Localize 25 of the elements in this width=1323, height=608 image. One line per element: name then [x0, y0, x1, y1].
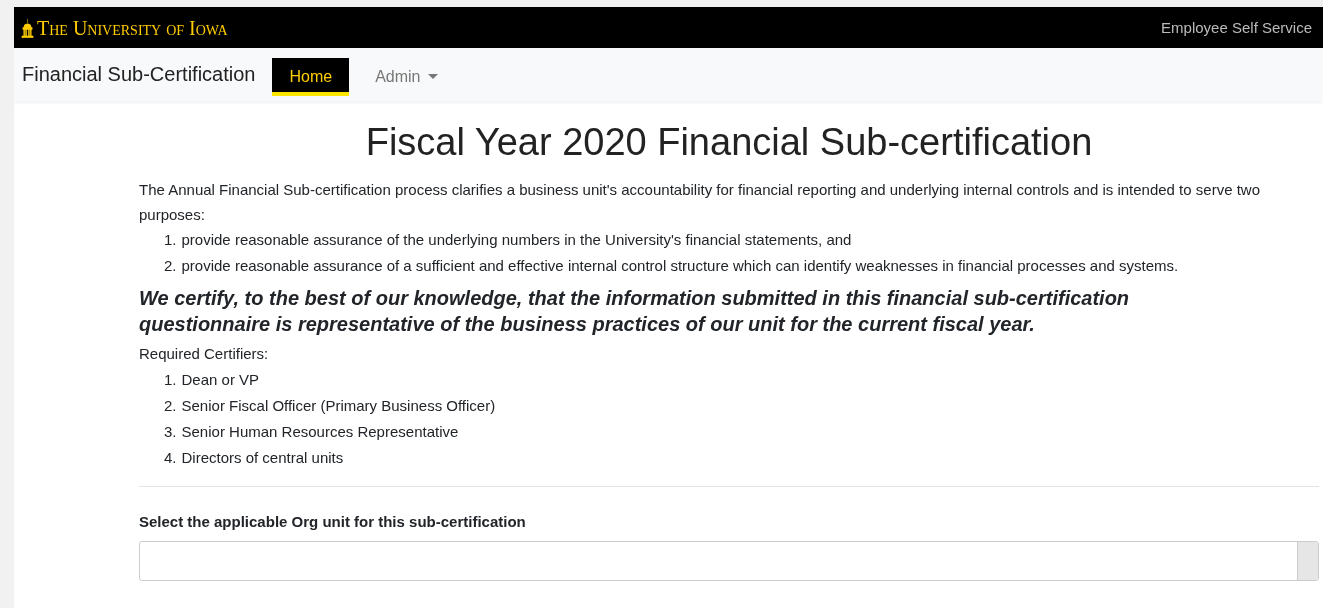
field-label: Select the applicable Org unit for this sub-certification — [139, 513, 527, 530]
employee-self-service-link[interactable]: Employee Self Service — [1161, 19, 1312, 36]
page-title: Fiscal Year 2020 Financial Sub-certification — [364, 120, 1094, 165]
list-number: 1. — [164, 231, 177, 248]
list-item-text: provide reasonable assurance of the underlying numbers in the University's financial statements, and — [181, 231, 852, 248]
list-item-text: Senior Fiscal Officer (Primary Business Officer) — [181, 397, 496, 414]
list-item-text: Directors of central units — [181, 449, 344, 466]
list-item-text: Dean or VP — [181, 371, 260, 388]
university-logo-link[interactable]: The University of Iowa — [37, 17, 228, 38]
dropdown-arrow-button[interactable] — [1297, 542, 1318, 580]
list-number: 2. — [164, 397, 177, 414]
list-number: 3. — [164, 423, 177, 440]
certification-statement: We certify, to the best of our knowledge, that the information submitted in this financial sub-certification questionnaire is representative of the business practices of our unit for the current fiscal year. — [139, 286, 1131, 337]
org-unit-select[interactable] — [139, 541, 1319, 581]
list-item-text: provide reasonable assurance of a sufficient and effective internal control structure which can identify weaknesses in financial processes and systems. — [181, 257, 1179, 274]
capitol-dome-icon — [21, 18, 34, 38]
list-number: 4. — [164, 449, 177, 466]
certifiers-label: Required Certifiers: — [139, 344, 270, 364]
nav-tab[interactable]: Home — [272, 57, 350, 96]
list-number: 1. — [164, 371, 177, 388]
list-number: 2. — [164, 257, 177, 274]
intro-paragraph: The Annual Financial Sub-certification process clarifies a business unit's accountability for financial reporting and underlying internal controls and is intended to serve two purposes: — [139, 180, 1261, 225]
list-item-text: Senior Human Resources Representative — [181, 423, 459, 440]
nav-tab[interactable]: Admin — [358, 57, 456, 96]
app-title-link[interactable]: Financial Sub-Certification — [22, 63, 256, 86]
